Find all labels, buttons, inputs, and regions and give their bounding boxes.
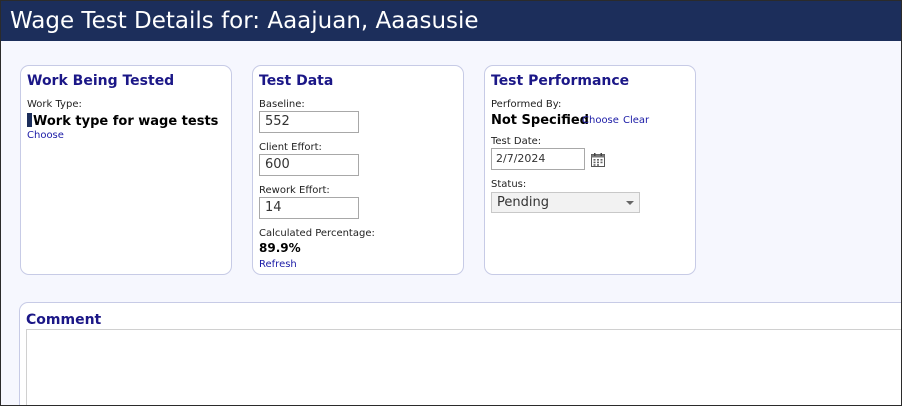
work-type-value-text: Work type for wage tests bbox=[33, 114, 219, 129]
chevron-down-icon bbox=[626, 201, 634, 205]
test-data-card: Test Data Baseline: 552 Client Effort: 6… bbox=[252, 65, 464, 275]
test-performance-title: Test Performance bbox=[491, 73, 630, 89]
client-effort-input[interactable]: 600 bbox=[259, 154, 359, 176]
comment-textarea[interactable] bbox=[26, 329, 901, 405]
comment-title: Comment bbox=[26, 312, 102, 328]
status-select[interactable]: Pending bbox=[491, 192, 640, 213]
rework-effort-input[interactable]: 14 bbox=[259, 197, 359, 219]
status-label: Status: bbox=[491, 179, 527, 190]
work-type-label: Work Type: bbox=[27, 99, 82, 110]
performed-by-clear-link[interactable]: Clear bbox=[623, 115, 649, 126]
calculated-percentage-label: Calculated Percentage: bbox=[259, 228, 375, 239]
baseline-input[interactable]: 552 bbox=[259, 111, 359, 133]
work-type-value: Work type for wage tests bbox=[27, 113, 218, 129]
calculated-percentage-value: 89.9% bbox=[259, 241, 301, 255]
test-data-title: Test Data bbox=[259, 73, 334, 89]
baseline-label: Baseline: bbox=[259, 99, 305, 110]
work-being-tested-card: Work Being Tested Work Type: Work type f… bbox=[20, 65, 232, 275]
rework-effort-label: Rework Effort: bbox=[259, 185, 330, 196]
text-cursor-marker bbox=[27, 113, 32, 127]
performed-by-label: Performed By: bbox=[491, 99, 562, 110]
test-date-label: Test Date: bbox=[491, 136, 542, 147]
test-performance-card: Test Performance Performed By: Not Speci… bbox=[484, 65, 696, 275]
comment-card: Comment bbox=[19, 302, 901, 405]
performed-by-choose-link[interactable]: Choose bbox=[582, 115, 619, 126]
refresh-link[interactable]: Refresh bbox=[259, 259, 297, 270]
work-being-tested-title: Work Being Tested bbox=[27, 73, 175, 89]
calendar-icon[interactable] bbox=[590, 152, 606, 168]
status-select-value: Pending bbox=[497, 195, 549, 210]
test-date-input[interactable]: 2/7/2024 bbox=[491, 148, 585, 170]
client-effort-label: Client Effort: bbox=[259, 142, 322, 153]
window-title: Wage Test Details for: Aaajuan, Aaasusie bbox=[1, 1, 901, 41]
performed-by-value: Not Specified bbox=[491, 113, 589, 128]
wage-test-window: Wage Test Details for: Aaajuan, Aaasusie… bbox=[0, 0, 902, 406]
work-type-choose-link[interactable]: Choose bbox=[27, 130, 64, 141]
